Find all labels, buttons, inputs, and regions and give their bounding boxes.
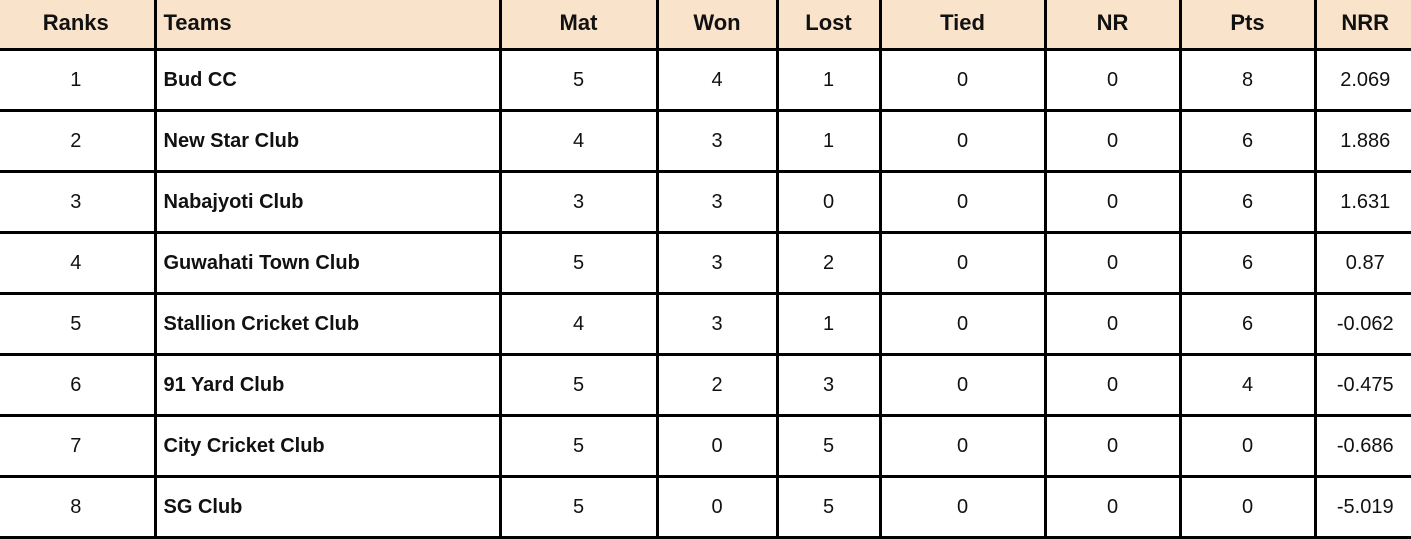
tied-cell: 0 — [878, 109, 1047, 173]
rank-cell: 4 — [0, 231, 157, 295]
pts-cell: 6 — [1178, 170, 1317, 234]
table-row: 8 SG Club 5 0 5 0 0 0 -5.019 — [0, 475, 1411, 539]
table-body: 1 Bud CC 5 4 1 0 0 8 2.069 2 New Star Cl… — [0, 48, 1411, 539]
won-cell: 3 — [655, 292, 779, 356]
header-lost: Lost — [775, 0, 882, 51]
header-pts: Pts — [1178, 0, 1317, 51]
nrr-cell: 1.631 — [1313, 170, 1411, 234]
nrr-cell: 2.069 — [1313, 48, 1411, 112]
team-cell: City Cricket Club — [153, 414, 502, 478]
team-cell: New Star Club — [153, 109, 502, 173]
won-cell: 3 — [655, 109, 779, 173]
lost-cell: 1 — [775, 109, 882, 173]
nrr-cell: -0.475 — [1313, 353, 1411, 417]
rank-cell: 6 — [0, 353, 157, 417]
team-cell: Stallion Cricket Club — [153, 292, 502, 356]
nrr-cell: -0.686 — [1313, 414, 1411, 478]
tied-cell: 0 — [878, 48, 1047, 112]
header-ranks: Ranks — [0, 0, 157, 51]
pts-cell: 0 — [1178, 475, 1317, 539]
tied-cell: 0 — [878, 231, 1047, 295]
nr-cell: 0 — [1043, 475, 1182, 539]
lost-cell: 2 — [775, 231, 882, 295]
nr-cell: 0 — [1043, 48, 1182, 112]
points-table: Ranks Teams Mat Won Lost Tied NR Pts NRR… — [0, 0, 1411, 539]
won-cell: 3 — [655, 231, 779, 295]
mat-cell: 5 — [498, 48, 659, 112]
table-row: 3 Nabajyoti Club 3 3 0 0 0 6 1.631 — [0, 170, 1411, 234]
table-row: 1 Bud CC 5 4 1 0 0 8 2.069 — [0, 48, 1411, 112]
won-cell: 0 — [655, 475, 779, 539]
lost-cell: 1 — [775, 292, 882, 356]
nrr-cell: 0.87 — [1313, 231, 1411, 295]
pts-cell: 0 — [1178, 414, 1317, 478]
lost-cell: 5 — [775, 414, 882, 478]
table-header: Ranks Teams Mat Won Lost Tied NR Pts NRR — [0, 0, 1411, 51]
rank-cell: 1 — [0, 48, 157, 112]
team-cell: SG Club — [153, 475, 502, 539]
rank-cell: 8 — [0, 475, 157, 539]
mat-cell: 3 — [498, 170, 659, 234]
mat-cell: 5 — [498, 231, 659, 295]
team-cell: 91 Yard Club — [153, 353, 502, 417]
nrr-cell: 1.886 — [1313, 109, 1411, 173]
pts-cell: 6 — [1178, 231, 1317, 295]
nr-cell: 0 — [1043, 170, 1182, 234]
nr-cell: 0 — [1043, 414, 1182, 478]
mat-cell: 4 — [498, 292, 659, 356]
table-row: 4 Guwahati Town Club 5 3 2 0 0 6 0.87 — [0, 231, 1411, 295]
nr-cell: 0 — [1043, 292, 1182, 356]
won-cell: 4 — [655, 48, 779, 112]
mat-cell: 5 — [498, 414, 659, 478]
tied-cell: 0 — [878, 292, 1047, 356]
team-cell: Nabajyoti Club — [153, 170, 502, 234]
table-row: 5 Stallion Cricket Club 4 3 1 0 0 6 -0.0… — [0, 292, 1411, 356]
won-cell: 0 — [655, 414, 779, 478]
team-cell: Guwahati Town Club — [153, 231, 502, 295]
tied-cell: 0 — [878, 475, 1047, 539]
mat-cell: 5 — [498, 475, 659, 539]
pts-cell: 6 — [1178, 109, 1317, 173]
won-cell: 3 — [655, 170, 779, 234]
nr-cell: 0 — [1043, 109, 1182, 173]
team-cell: Bud CC — [153, 48, 502, 112]
header-nrr: NRR — [1313, 0, 1411, 51]
nr-cell: 0 — [1043, 231, 1182, 295]
pts-cell: 6 — [1178, 292, 1317, 356]
lost-cell: 1 — [775, 48, 882, 112]
table-row: 7 City Cricket Club 5 0 5 0 0 0 -0.686 — [0, 414, 1411, 478]
lost-cell: 5 — [775, 475, 882, 539]
header-mat: Mat — [498, 0, 659, 51]
tied-cell: 0 — [878, 353, 1047, 417]
table-row: 6 91 Yard Club 5 2 3 0 0 4 -0.475 — [0, 353, 1411, 417]
won-cell: 2 — [655, 353, 779, 417]
header-teams: Teams — [153, 0, 502, 51]
header-won: Won — [655, 0, 779, 51]
rank-cell: 5 — [0, 292, 157, 356]
mat-cell: 5 — [498, 353, 659, 417]
pts-cell: 4 — [1178, 353, 1317, 417]
lost-cell: 3 — [775, 353, 882, 417]
rank-cell: 2 — [0, 109, 157, 173]
rank-cell: 3 — [0, 170, 157, 234]
header-row: Ranks Teams Mat Won Lost Tied NR Pts NRR — [0, 0, 1411, 51]
pts-cell: 8 — [1178, 48, 1317, 112]
mat-cell: 4 — [498, 109, 659, 173]
nrr-cell: -5.019 — [1313, 475, 1411, 539]
header-nr: NR — [1043, 0, 1182, 51]
lost-cell: 0 — [775, 170, 882, 234]
rank-cell: 7 — [0, 414, 157, 478]
nrr-cell: -0.062 — [1313, 292, 1411, 356]
tied-cell: 0 — [878, 414, 1047, 478]
header-tied: Tied — [878, 0, 1047, 51]
nr-cell: 0 — [1043, 353, 1182, 417]
tied-cell: 0 — [878, 170, 1047, 234]
table-row: 2 New Star Club 4 3 1 0 0 6 1.886 — [0, 109, 1411, 173]
